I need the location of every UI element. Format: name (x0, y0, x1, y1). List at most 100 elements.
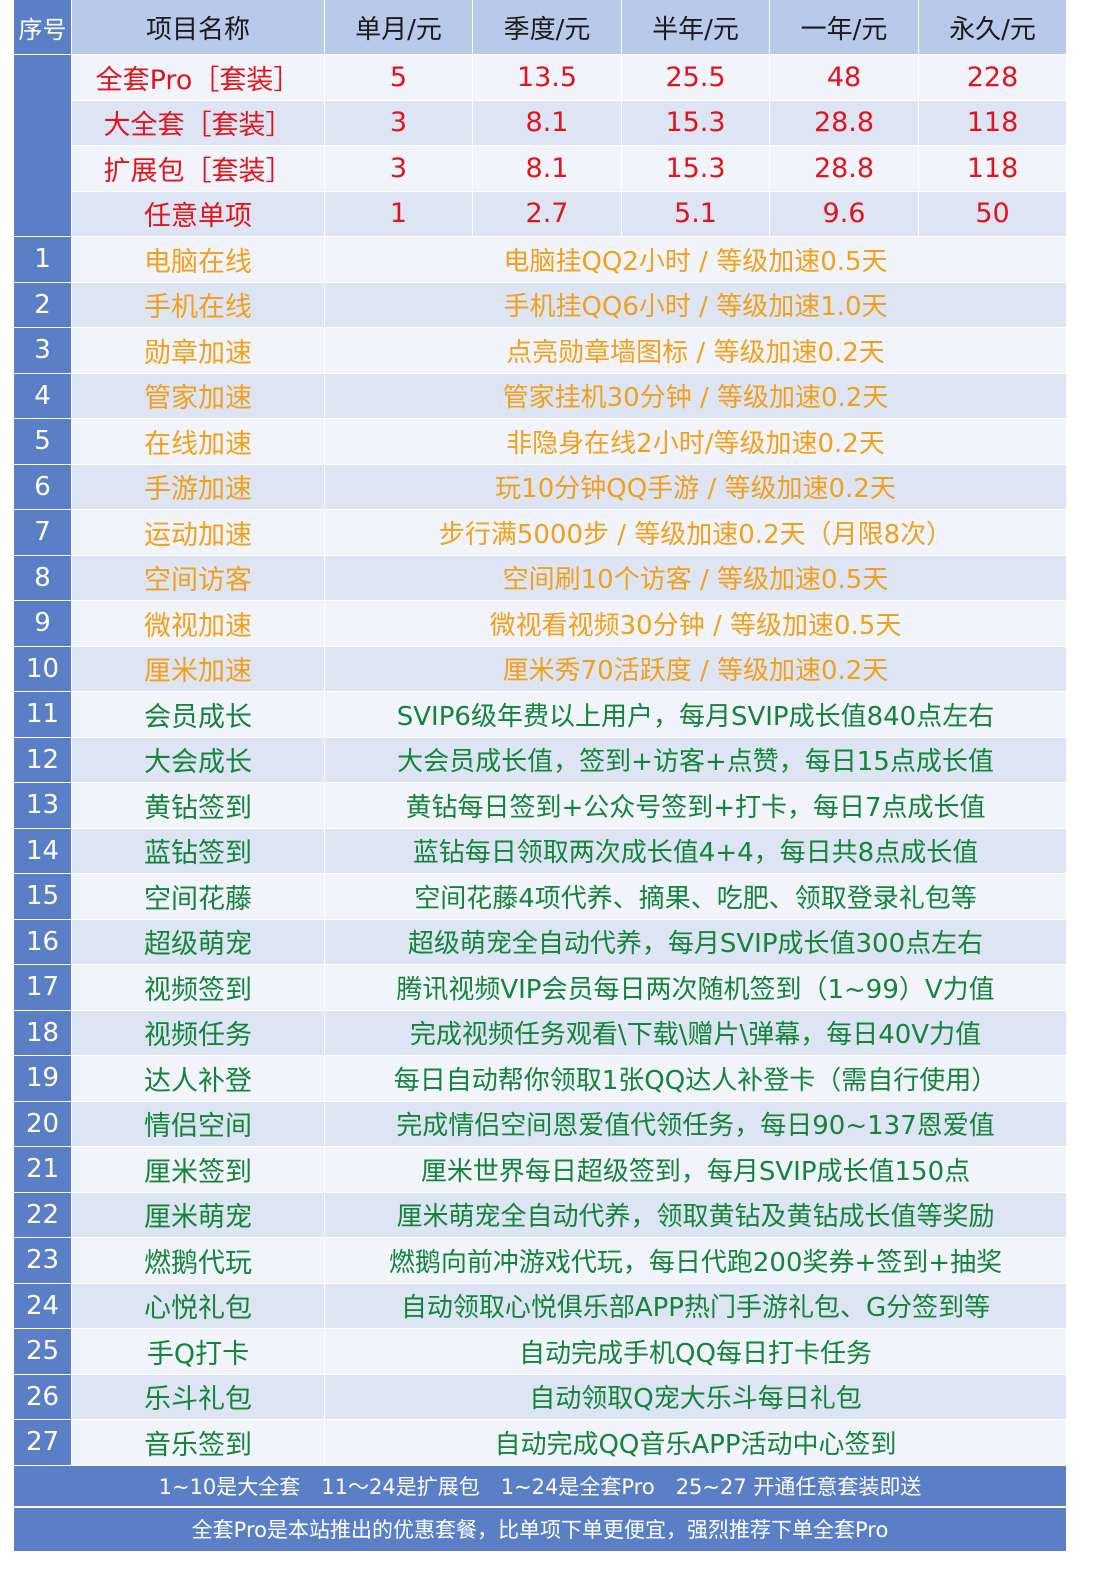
item-description: 电脑挂QQ2小时 / 等级加速0.5天 (325, 237, 1067, 283)
item-number: 15 (14, 874, 72, 920)
item-name: 空间花藤 (72, 874, 325, 920)
package-price: 9.6 (770, 191, 919, 237)
item-name: 情侣空间 (72, 1101, 325, 1147)
package-price: 13.5 (473, 55, 622, 101)
item-number: 19 (14, 1056, 72, 1102)
item-name: 手机在线 (72, 282, 325, 328)
item-description: 管家挂机30分钟 / 等级加速0.2天 (325, 373, 1067, 419)
footer-note-groups: 1~10是大全套 11～24是扩展包 1~24是全套Pro 25~27 开通任意… (14, 1465, 1067, 1508)
item-name: 勋章加速 (72, 328, 325, 374)
item-description: 大会员成长值，签到+访客+点赞，每日15点成长值 (325, 737, 1067, 783)
package-price: 3 (325, 146, 473, 192)
item-name: 视频签到 (72, 965, 325, 1011)
item-number: 18 (14, 1010, 72, 1056)
item-description: 手机挂QQ6小时 / 等级加速1.0天 (325, 282, 1067, 328)
item-number: 12 (14, 737, 72, 783)
item-name: 音乐签到 (72, 1420, 325, 1466)
header-yearly: 一年/元 (770, 0, 919, 55)
item-name: 黄钻签到 (72, 783, 325, 829)
item-description: 自动完成手机QQ每日打卡任务 (325, 1329, 1067, 1375)
item-description: 自动完成QQ音乐APP活动中心签到 (325, 1420, 1067, 1466)
footer-note-recommend: 全套Pro是本站推出的优惠套餐，比单项下单更便宜，强烈推荐下单全套Pro (14, 1507, 1067, 1553)
item-name: 心悦礼包 (72, 1283, 325, 1329)
item-name: 大会成长 (72, 737, 325, 783)
header-item-name: 项目名称 (72, 0, 325, 55)
item-name: 视频任务 (72, 1010, 325, 1056)
item-name: 电脑在线 (72, 237, 325, 283)
package-price: 15.3 (622, 100, 770, 146)
item-number: 6 (14, 464, 72, 510)
item-name: 手游加速 (72, 464, 325, 510)
package-price: 118 (919, 146, 1067, 192)
item-number: 3 (14, 328, 72, 374)
item-name: 蓝钻签到 (72, 828, 325, 874)
package-name: 大全套［套装］ (72, 100, 325, 146)
item-description: 蓝钻每日领取两次成长值4+4，每日共8点成长值 (325, 828, 1067, 874)
item-description: 空间花藤4项代养、摘果、吃肥、领取登录礼包等 (325, 874, 1067, 920)
package-price: 28.8 (770, 100, 919, 146)
item-description: SVIP6级年费以上用户，每月SVIP成长值840点左右 (325, 692, 1067, 738)
package-price: 8.1 (473, 100, 622, 146)
item-name: 会员成长 (72, 692, 325, 738)
package-price: 15.3 (622, 146, 770, 192)
item-description: 非隐身在线2小时/等级加速0.2天 (325, 419, 1067, 465)
item-description: 厘米秀70活跃度 / 等级加速0.2天 (325, 646, 1067, 692)
item-description: 每日自动帮你领取1张QQ达人补登卡（需自行使用） (325, 1056, 1067, 1102)
header-permanent: 永久/元 (919, 0, 1067, 55)
item-number: 8 (14, 555, 72, 601)
header-monthly: 单月/元 (325, 0, 473, 55)
item-name: 超级萌宠 (72, 919, 325, 965)
item-number: 1 (14, 237, 72, 283)
package-price: 28.8 (770, 146, 919, 192)
item-description: 超级萌宠全自动代养，每月SVIP成长值300点左右 (325, 919, 1067, 965)
item-number: 13 (14, 783, 72, 829)
package-price: 2.7 (473, 191, 622, 237)
item-number: 14 (14, 828, 72, 874)
item-name: 空间访客 (72, 555, 325, 601)
header-no: 序号 (14, 0, 72, 55)
package-price: 3 (325, 100, 473, 146)
item-number: 7 (14, 510, 72, 556)
item-number: 10 (14, 646, 72, 692)
item-name: 厘米萌宠 (72, 1192, 325, 1238)
package-name: 全套Pro［套装］ (72, 55, 325, 101)
item-description: 自动领取Q宠大乐斗每日礼包 (325, 1374, 1067, 1420)
item-name: 厘米签到 (72, 1147, 325, 1193)
item-name: 管家加速 (72, 373, 325, 419)
item-number: 27 (14, 1420, 72, 1466)
item-number: 16 (14, 919, 72, 965)
package-price: 5 (325, 55, 473, 101)
item-number: 24 (14, 1283, 72, 1329)
item-name: 燃鹅代玩 (72, 1238, 325, 1284)
item-name: 微视加速 (72, 601, 325, 647)
item-number: 22 (14, 1192, 72, 1238)
package-price: 1 (325, 191, 473, 237)
item-description: 黄钻每日签到+公众号签到+打卡，每日7点成长值 (325, 783, 1067, 829)
item-description: 完成情侣空间恩爱值代领任务，每日90~137恩爱值 (325, 1101, 1067, 1147)
package-price: 50 (919, 191, 1067, 237)
item-number: 23 (14, 1238, 72, 1284)
item-number: 4 (14, 373, 72, 419)
package-number-blank (14, 55, 72, 237)
package-name: 任意单项 (72, 191, 325, 237)
package-price: 5.1 (622, 191, 770, 237)
item-description: 点亮勋章墙图标 / 等级加速0.2天 (325, 328, 1067, 374)
package-price: 25.5 (622, 55, 770, 101)
item-description: 燃鹅向前冲游戏代玩，每日代跑200奖券+签到+抽奖 (325, 1238, 1067, 1284)
item-name: 厘米加速 (72, 646, 325, 692)
item-description: 完成视频任务观看\下载\赠片\弹幕，每日40V力值 (325, 1010, 1067, 1056)
package-price: 118 (919, 100, 1067, 146)
item-description: 空间刷10个访客 / 等级加速0.5天 (325, 555, 1067, 601)
item-number: 5 (14, 419, 72, 465)
pricing-table: 序号 项目名称 单月/元 季度/元 半年/元 一年/元 永久/元 全套Pro［套… (14, 0, 1067, 1553)
item-name: 乐斗礼包 (72, 1374, 325, 1420)
item-name: 达人补登 (72, 1056, 325, 1102)
item-description: 厘米萌宠全自动代养，领取黄钻及黄钻成长值等奖励 (325, 1192, 1067, 1238)
item-number: 2 (14, 282, 72, 328)
package-price: 228 (919, 55, 1067, 101)
item-description: 腾讯视频VIP会员每日两次随机签到（1~99）V力值 (325, 965, 1067, 1011)
item-name: 在线加速 (72, 419, 325, 465)
item-number: 21 (14, 1147, 72, 1193)
item-name: 手Q打卡 (72, 1329, 325, 1375)
item-number: 26 (14, 1374, 72, 1420)
